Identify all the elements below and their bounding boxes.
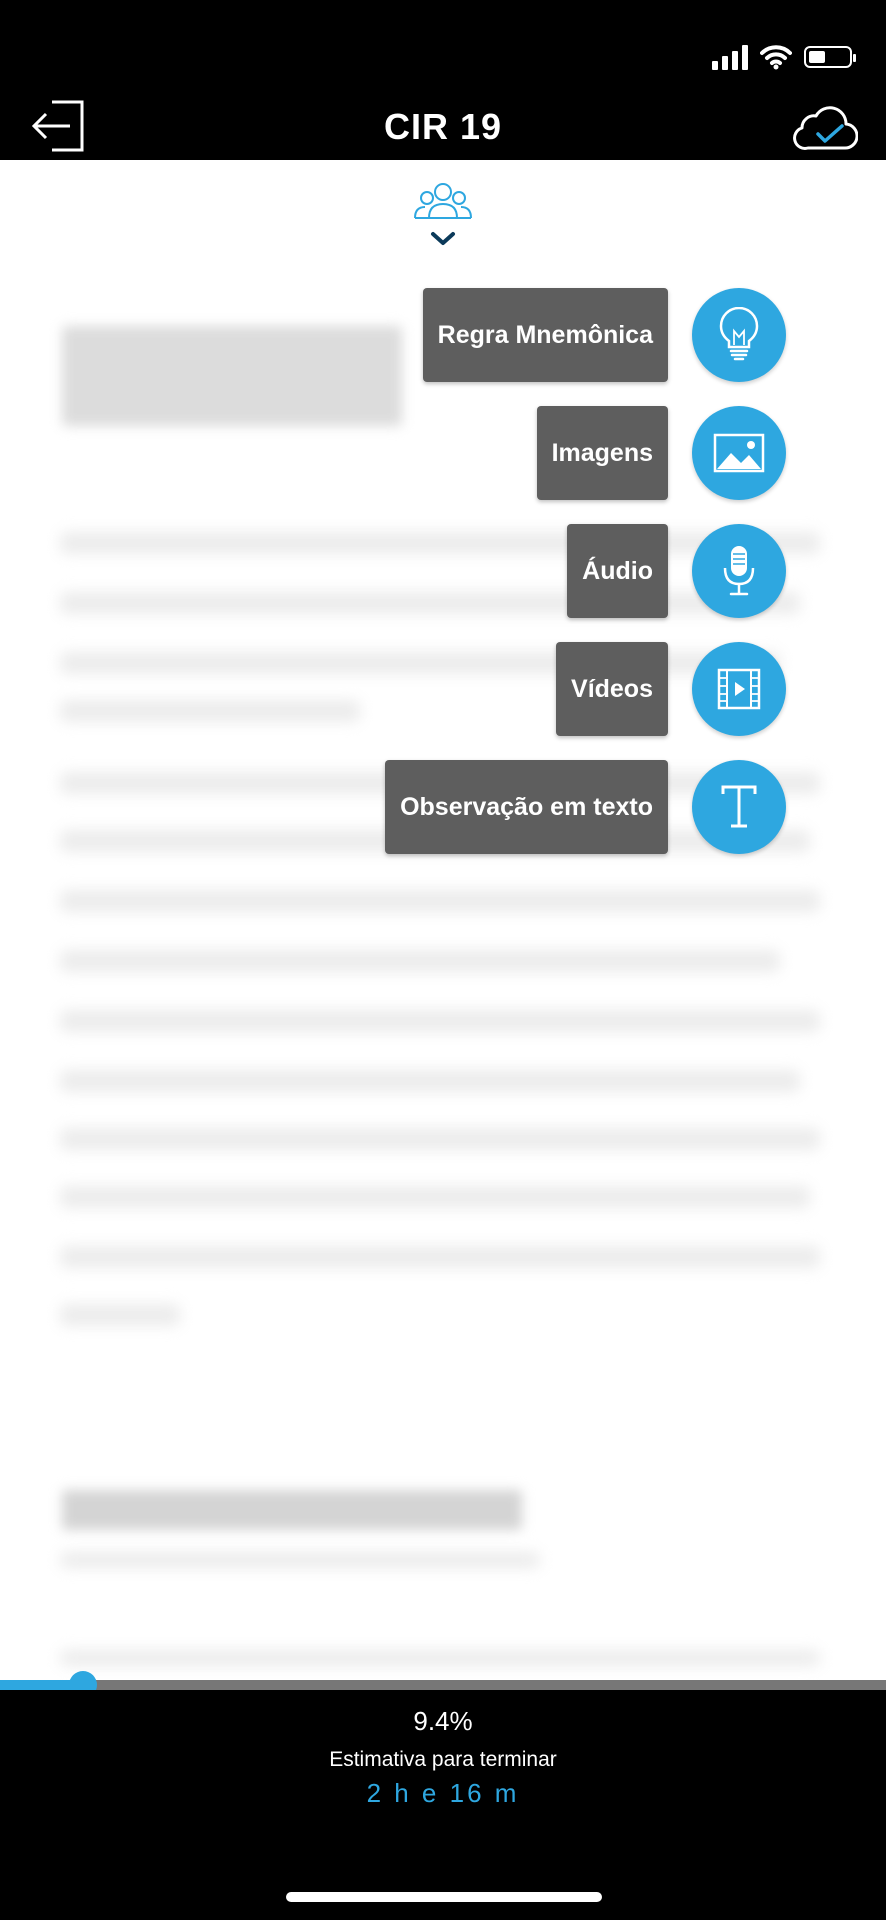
blurred-text-line <box>60 1070 800 1092</box>
home-indicator[interactable] <box>286 1892 602 1902</box>
estimate-value: 2 h e 16 m <box>366 1778 520 1808</box>
cellular-signal-icon <box>712 44 748 70</box>
blurred-text-line <box>60 1552 540 1568</box>
blurred-text-line <box>60 700 360 722</box>
blurred-text-line <box>60 890 820 912</box>
blurred-text-line <box>60 1010 820 1032</box>
blurred-subheading <box>62 1490 522 1530</box>
menu-item-mnemonic[interactable]: Regra Mnemônica <box>422 288 786 382</box>
blurred-text-line <box>60 1128 820 1150</box>
blurred-text-line <box>60 950 780 972</box>
menu-item-audio[interactable]: Áudio <box>567 524 786 618</box>
menu-item-label[interactable]: Imagens <box>536 406 668 500</box>
text-t-icon[interactable] <box>692 760 786 854</box>
video-film-icon[interactable] <box>692 642 786 736</box>
blurred-text-line <box>60 1246 820 1268</box>
menu-item-text-note[interactable]: Observação em texto <box>385 760 786 854</box>
wifi-icon <box>760 45 792 70</box>
reading-progress-slider[interactable] <box>0 1671 886 1699</box>
image-icon[interactable] <box>692 406 786 500</box>
lightbulb-icon[interactable] <box>692 288 786 382</box>
menu-item-label[interactable]: Áudio <box>567 524 668 618</box>
progress-percent: 9.4% <box>413 1706 473 1736</box>
blurred-text-line <box>60 652 780 674</box>
blurred-text-line <box>60 1650 820 1666</box>
menu-item-videos[interactable]: Vídeos <box>556 642 786 736</box>
page-title: CIR 19 <box>383 106 503 147</box>
device-notch <box>196 0 690 70</box>
content-area: Regra Mnemônica Imagens Áudio Vídeos Obs… <box>0 160 886 1680</box>
top-app-bar: CIR 19 <box>0 96 886 160</box>
progress-footer: 9.4% Estimativa para terminar 2 h e 16 m <box>0 1690 886 1920</box>
status-bar-right <box>712 40 856 74</box>
menu-item-label[interactable]: Vídeos <box>556 642 668 736</box>
menu-item-label[interactable]: Observação em texto <box>385 760 668 854</box>
blurred-text-line <box>60 1186 810 1208</box>
blurred-text-line <box>60 1304 180 1326</box>
menu-item-label[interactable]: Regra Mnemônica <box>422 288 668 382</box>
estimate-label: Estimativa para terminar <box>329 1748 557 1771</box>
microphone-icon[interactable] <box>692 524 786 618</box>
phone-screen: CIR 19 Regra Mnemônica Imagens Áudio Víd… <box>0 0 886 1920</box>
blurred-heading <box>62 326 402 426</box>
group-users-icon[interactable] <box>413 178 473 250</box>
battery-icon <box>804 46 856 68</box>
cloud-sync-icon[interactable] <box>792 100 858 154</box>
menu-item-images[interactable]: Imagens <box>536 406 786 500</box>
blurred-text-line <box>60 592 800 614</box>
